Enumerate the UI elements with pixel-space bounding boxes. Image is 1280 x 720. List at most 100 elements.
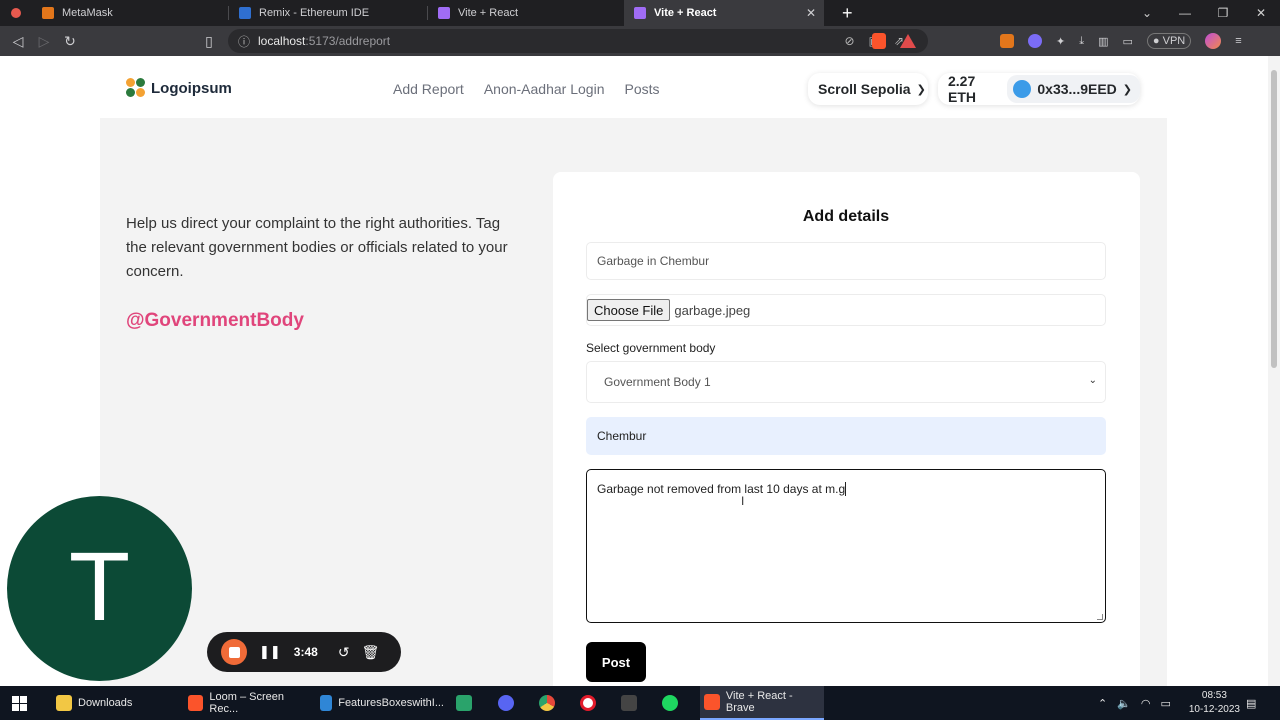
close-window-icon[interactable]: ✕: [1242, 6, 1280, 20]
notifications-icon[interactable]: ▤: [1246, 686, 1256, 720]
volume-icon[interactable]: 🔈: [1117, 697, 1131, 710]
network-selector[interactable]: Scroll Sepolia ❯: [808, 73, 928, 105]
folder-icon: [56, 695, 72, 711]
extensions-area: ✦ ⤓ ▥ ▭ ● VPN ≡: [1000, 26, 1242, 56]
report-section: Help us direct your complaint to the rig…: [100, 118, 1167, 686]
brave-icon: [188, 695, 204, 711]
vpn-button[interactable]: ● VPN: [1146, 33, 1192, 49]
sidebar-icon[interactable]: ▥: [1098, 35, 1108, 48]
new-tab-icon[interactable]: +: [842, 0, 853, 26]
description-textarea[interactable]: Garbage not removed from last 10 days at…: [586, 469, 1106, 623]
window-controls: ⌄ — ❐ ✕: [1128, 0, 1280, 26]
location-input[interactable]: Chembur: [586, 417, 1106, 455]
close-tab-icon[interactable]: ✕: [806, 6, 816, 20]
bookmark-icon[interactable]: ▯: [196, 33, 222, 50]
discord-icon: [498, 695, 514, 711]
balance-label: 2.27 ETH: [948, 73, 976, 105]
taskbar-brave-active[interactable]: Vite + React - Brave: [700, 686, 824, 720]
metamask-extension-icon[interactable]: [1000, 34, 1014, 48]
wallet-icon[interactable]: ▭: [1123, 35, 1133, 48]
stop-recording-button[interactable]: [221, 639, 247, 665]
taskbar-loom[interactable]: Loom – Screen Rec...: [188, 686, 312, 720]
maximize-icon[interactable]: ❐: [1204, 6, 1242, 20]
opera-icon: [580, 695, 596, 711]
taskbar-spotify[interactable]: [662, 686, 684, 720]
select-label: Select government body: [586, 341, 716, 355]
report-title-input[interactable]: Garbage in Chembur: [586, 242, 1106, 280]
download-icon[interactable]: ⤓: [1079, 35, 1084, 48]
tab-search-chevron-icon[interactable]: ⌄: [1128, 6, 1166, 20]
resize-handle-icon[interactable]: [1097, 614, 1103, 620]
minimize-icon[interactable]: —: [1166, 6, 1204, 20]
profile-avatar[interactable]: [1205, 33, 1222, 49]
reload-icon[interactable]: ↻: [57, 33, 83, 50]
file-name: garbage.jpeg: [674, 302, 751, 318]
brave-icon: [704, 694, 720, 710]
choose-file-button[interactable]: Choose File: [587, 299, 671, 321]
brave-rewards-icon[interactable]: [900, 26, 916, 56]
taskbar-chrome[interactable]: [539, 686, 561, 720]
page-scrollbar[interactable]: [1268, 56, 1280, 686]
pause-icon[interactable]: ❚❚: [259, 644, 281, 660]
text-cursor-icon: I: [741, 494, 745, 508]
back-icon[interactable]: ◁: [5, 33, 31, 50]
chevron-down-icon: ❯: [916, 83, 926, 96]
government-body-tag: @GovernmentBody: [126, 310, 304, 331]
forward-icon[interactable]: ▷: [31, 33, 57, 50]
restart-icon[interactable]: ↺: [338, 644, 350, 661]
scrollbar-thumb[interactable]: [1271, 70, 1277, 368]
recording-timer: 3:48: [293, 645, 318, 659]
remix-favicon-icon: [239, 7, 251, 19]
tab-remix[interactable]: Remix - Ethereum IDE: [229, 0, 427, 26]
taskbar-terminal[interactable]: [621, 686, 643, 720]
site-logo[interactable]: Logoipsum: [126, 78, 232, 98]
vite-favicon-icon: [634, 7, 646, 19]
taskbar-vscode-window[interactable]: FeaturesBoxeswithI...: [320, 686, 444, 720]
browser-toolbar: ◁ ▷ ↻ ▯ ⓘ localhost:5173/addreport ⊘▣⇗ ✦…: [0, 26, 1280, 56]
extension-icon[interactable]: [1028, 34, 1042, 48]
chevron-down-icon: ❯: [1122, 83, 1132, 96]
vite-favicon-icon: [438, 7, 450, 19]
intro-text: Help us direct your complaint to the rig…: [126, 215, 508, 280]
taskbar-clock[interactable]: 08:53 10-12-2023: [1189, 689, 1240, 717]
nav-add-report[interactable]: Add Report: [393, 81, 464, 97]
chevron-down-icon: ⌄: [1088, 375, 1097, 386]
loom-recording-controls: ❚❚ 3:48 ↺ 🗑: [207, 632, 401, 672]
brave-menu-icon[interactable]: [0, 8, 32, 18]
file-input[interactable]: Choose File garbage.jpeg: [586, 294, 1106, 326]
text-caret: [845, 482, 847, 496]
main-nav: Add Report Anon-Aadhar Login Posts: [393, 81, 660, 97]
taskbar-downloads[interactable]: Downloads: [54, 686, 176, 720]
post-button[interactable]: Post: [586, 642, 646, 682]
address-bar[interactable]: ⓘ localhost:5173/addreport ⊘▣⇗: [228, 29, 928, 53]
battery-icon[interactable]: ▭: [1161, 697, 1171, 710]
puzzle-icon[interactable]: ✦: [1056, 35, 1065, 48]
nav-anon-aadhar-login[interactable]: Anon-Aadhar Login: [484, 81, 605, 97]
start-button[interactable]: [12, 686, 27, 720]
tab-metamask[interactable]: MetaMask: [32, 0, 228, 26]
tab-vite-react-active[interactable]: Vite + React ✕: [624, 0, 824, 26]
taskbar-visual-studio[interactable]: [456, 686, 478, 720]
taskbar-opera[interactable]: [580, 686, 602, 720]
government-body-select[interactable]: Government Body 1 ⌄: [586, 361, 1106, 403]
account-button[interactable]: 2.27 ETH 0x33...9EED ❯: [938, 73, 1140, 105]
tab-vite-react[interactable]: Vite + React: [428, 0, 624, 26]
visual-studio-icon: [456, 695, 472, 711]
wifi-icon[interactable]: ◠: [1141, 697, 1151, 710]
taskbar-discord[interactable]: [498, 686, 520, 720]
tray-chevron-up-icon[interactable]: ⌃: [1098, 697, 1107, 710]
loom-camera-bubble[interactable]: T: [7, 496, 192, 681]
form-title: Add details: [802, 208, 890, 225]
brave-shields-icon[interactable]: [872, 26, 886, 56]
system-tray: ⌃ 🔈 ◠ ▭: [1098, 686, 1171, 720]
nav-posts[interactable]: Posts: [624, 81, 659, 97]
site-info-icon[interactable]: ⓘ: [238, 33, 250, 50]
trash-icon[interactable]: 🗑: [362, 644, 380, 661]
metamask-favicon-icon: [42, 7, 54, 19]
spotify-icon: [662, 695, 678, 711]
account-avatar-icon: [1013, 80, 1032, 98]
browser-tab-bar: MetaMask Remix - Ethereum IDE Vite + Rea…: [0, 0, 1280, 26]
menu-icon[interactable]: ≡: [1235, 35, 1241, 47]
site-header: Logoipsum Add Report Anon-Aadhar Login P…: [0, 56, 1268, 118]
logo-icon: [126, 78, 146, 98]
